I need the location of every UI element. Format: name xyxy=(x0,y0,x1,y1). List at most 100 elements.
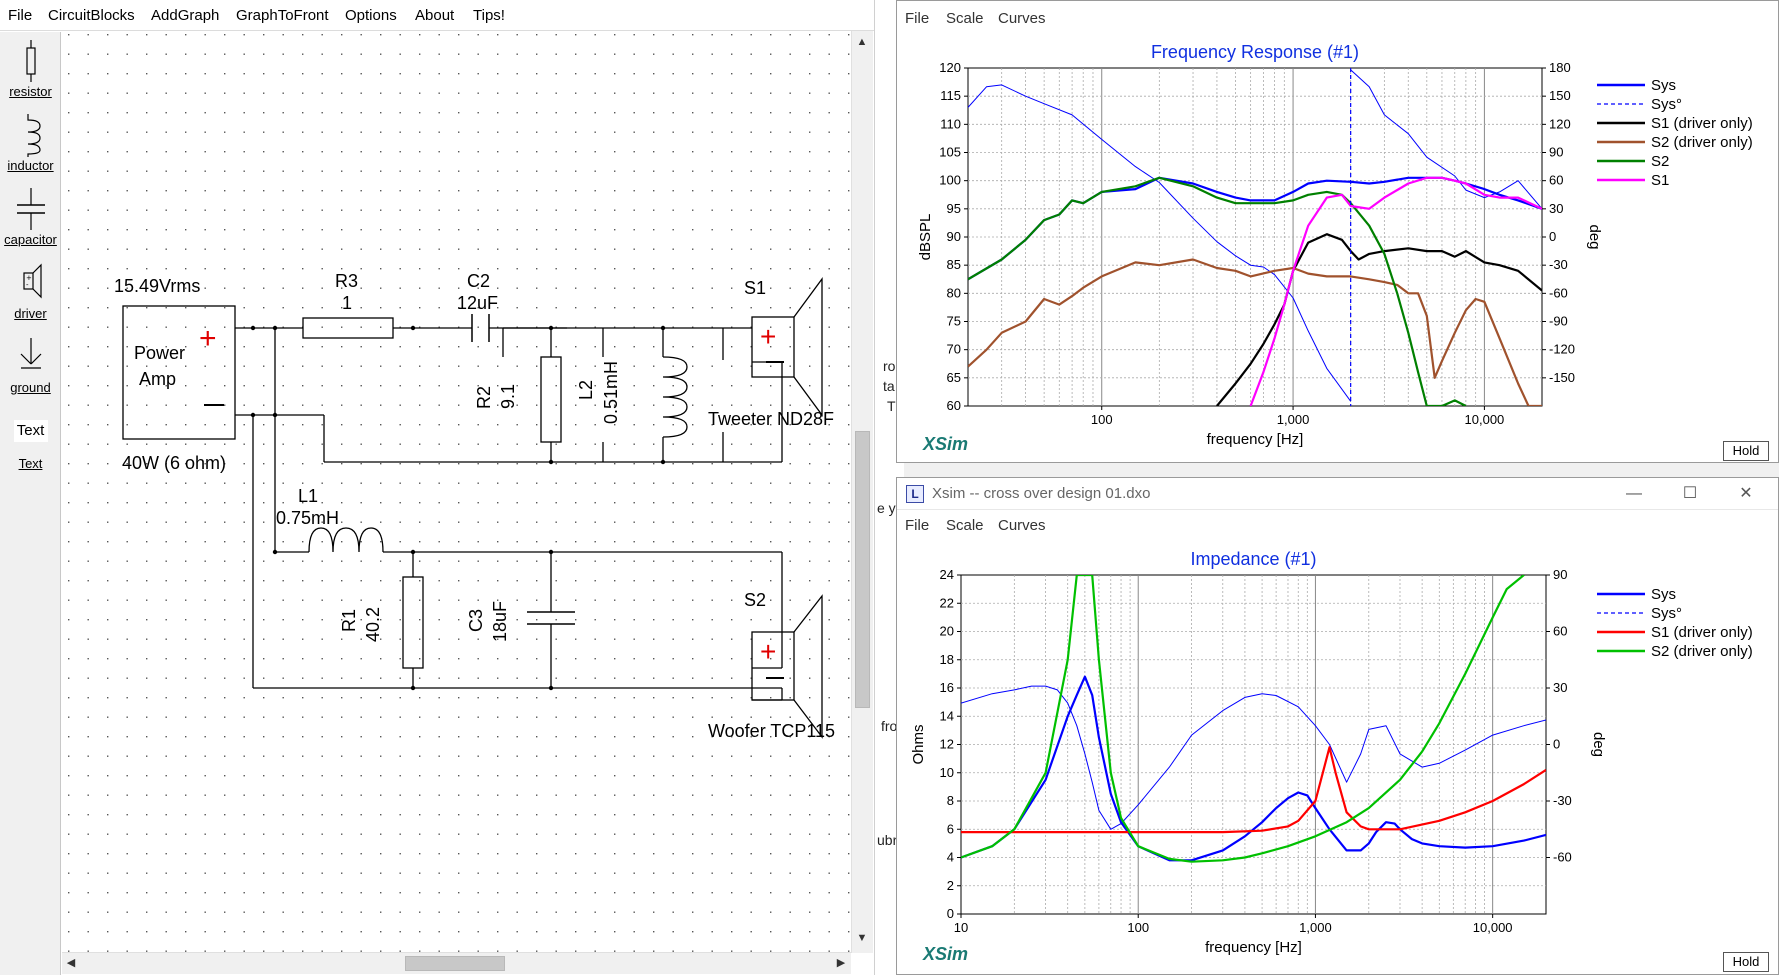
legend-entry: S2 xyxy=(1651,153,1669,170)
r3-name: R3 xyxy=(335,271,358,291)
scroll-up-arrow-icon[interactable]: ▲ xyxy=(853,33,871,51)
c2-value: 12uF xyxy=(457,293,498,313)
menu-options[interactable]: Options xyxy=(345,7,397,24)
tool-label-inductor: inductor xyxy=(7,158,54,173)
y2-tick-label: -60 xyxy=(1553,850,1572,865)
y-tick-label: 70 xyxy=(947,342,961,357)
x-tick-label: 1,000 xyxy=(1277,412,1310,427)
y-tick-label: 85 xyxy=(947,257,961,272)
amp-name-line1: Power xyxy=(134,343,185,363)
y2-axis-label: deg xyxy=(1586,224,1603,249)
amp-voltage-label: 15.49Vrms xyxy=(114,276,200,296)
xsim-logo: XSim xyxy=(923,434,969,454)
x-axis-label: frequency [Hz] xyxy=(1207,431,1304,448)
y2-tick-label: 30 xyxy=(1553,680,1567,695)
tool-label-resistor: resistor xyxy=(9,84,52,99)
y-tick-label: 65 xyxy=(947,370,961,385)
y2-tick-label: 0 xyxy=(1553,737,1560,752)
y2-axis-label: deg xyxy=(1590,732,1607,757)
menu-graphtofront[interactable]: GraphToFront xyxy=(236,7,329,24)
text-tool-button[interactable]: Text xyxy=(13,420,48,442)
resistor-icon xyxy=(25,40,36,82)
y-tick-label: 22 xyxy=(940,595,954,610)
graph2-hold-button[interactable]: Hold xyxy=(1723,952,1769,972)
vertical-scroll-thumb[interactable] xyxy=(855,431,870,708)
y2-tick-label: 120 xyxy=(1549,116,1571,131)
y-tick-label: 100 xyxy=(939,173,961,188)
tool-label-capacitor: capacitor xyxy=(4,232,57,247)
y-axis-label: Ohms xyxy=(910,724,927,764)
tool-label-ground: ground xyxy=(10,380,51,395)
y-tick-label: 24 xyxy=(940,567,954,582)
r3-value: 1 xyxy=(342,293,352,313)
y2-tick-label: 180 xyxy=(1549,60,1571,75)
y2-tick-label: 90 xyxy=(1549,145,1563,160)
chart-title: Impedance (#1) xyxy=(1190,549,1316,569)
menu-file[interactable]: File xyxy=(8,7,32,24)
y-tick-label: 110 xyxy=(940,116,961,131)
legend-entry: S1 (driver only) xyxy=(1651,115,1753,132)
x-tick-label: 1,000 xyxy=(1299,920,1332,935)
y2-tick-label: 60 xyxy=(1553,624,1567,639)
y2-tick-label: -150 xyxy=(1549,370,1575,385)
y-tick-label: 95 xyxy=(947,201,961,216)
x-tick-label: 100 xyxy=(1127,920,1149,935)
scroll-left-arrow-icon[interactable]: ◀ xyxy=(62,954,80,972)
menu-about[interactable]: About xyxy=(415,7,454,24)
s1-label: Tweeter ND28F xyxy=(708,409,834,429)
l2-name: L2 xyxy=(576,380,596,400)
component-toolbox: resistor inductor capacitor + - driver g… xyxy=(0,32,61,975)
bg-text-fragment: ta xyxy=(883,378,895,394)
s1-plus-icon: + xyxy=(760,321,776,352)
graph1-hold-button[interactable]: Hold xyxy=(1723,441,1769,461)
main-menubar: File CircuitBlocks AddGraph GraphToFront… xyxy=(0,0,880,31)
legend-entry: Sys° xyxy=(1651,96,1682,113)
x-tick-label: 10 xyxy=(954,920,968,935)
s2-name: S2 xyxy=(744,590,766,610)
inductor-icon xyxy=(26,114,41,157)
y-tick-label: 10 xyxy=(940,765,954,780)
y-axis-label: dBSPL xyxy=(917,214,934,261)
horizontal-scrollbar[interactable]: ◀ ▶ xyxy=(62,952,851,974)
tool-capacitor[interactable]: capacitor xyxy=(0,186,61,248)
amp-plus-icon: + xyxy=(199,322,217,355)
chart-title: Frequency Response (#1) xyxy=(1151,42,1359,62)
amp-rating-label: 40W (6 ohm) xyxy=(122,453,226,473)
tool-inductor[interactable]: inductor xyxy=(0,112,61,174)
r2-name: R2 xyxy=(474,386,494,409)
menu-tips[interactable]: Tips! xyxy=(473,7,505,24)
y2-tick-label: 90 xyxy=(1553,567,1567,582)
vertical-scrollbar[interactable]: ▲ ▼ xyxy=(851,31,873,953)
tool-label-driver: driver xyxy=(14,306,47,321)
y-tick-label: 80 xyxy=(947,285,961,300)
menu-circuitblocks[interactable]: CircuitBlocks xyxy=(48,7,135,24)
frequency-response-window: File Scale Curves 60 65 70 75 80 85 90 95 100 105… xyxy=(896,0,1779,463)
tool-resistor[interactable]: resistor xyxy=(0,38,61,100)
scroll-right-arrow-icon[interactable]: ▶ xyxy=(832,954,850,972)
menu-addgraph[interactable]: AddGraph xyxy=(151,7,219,24)
s2-label: Woofer TCP115 xyxy=(708,721,835,741)
y2-tick-label: -30 xyxy=(1553,793,1572,808)
y-tick-label: 90 xyxy=(947,229,961,244)
tool-driver[interactable]: + - driver xyxy=(0,260,61,322)
dot-grid xyxy=(62,32,862,952)
legend-entry: Sys xyxy=(1651,77,1676,94)
frequency-response-chart: 60 65 70 75 80 85 90 95 100 105 110 115 120 -150 -120 -… xyxy=(917,42,1753,448)
legend-entry: S2 (driver only) xyxy=(1651,643,1753,660)
y-tick-label: 14 xyxy=(940,708,954,723)
svg-text:-: - xyxy=(26,281,29,289)
y-tick-label: 12 xyxy=(940,737,954,752)
tool-label-text: Text xyxy=(18,456,43,471)
y-tick-label: 18 xyxy=(940,652,954,667)
x-tick-label: 100 xyxy=(1091,412,1113,427)
tool-ground[interactable]: ground xyxy=(0,334,61,396)
schematic-drawing: 15.49Vrms Power Amp + 40W (6 ohm) R3 1 C… xyxy=(62,32,862,952)
legend-entry: S1 xyxy=(1651,172,1669,189)
l1-name: L1 xyxy=(298,486,318,506)
tool-text[interactable]: Text Text xyxy=(0,420,61,472)
horizontal-scroll-thumb[interactable] xyxy=(405,956,505,971)
x-axis-label: frequency [Hz] xyxy=(1205,939,1302,956)
scroll-down-arrow-icon[interactable]: ▼ xyxy=(853,929,871,947)
c2-name: C2 xyxy=(467,271,490,291)
schematic-canvas[interactable]: 15.49Vrms Power Amp + 40W (6 ohm) R3 1 C… xyxy=(62,32,862,952)
